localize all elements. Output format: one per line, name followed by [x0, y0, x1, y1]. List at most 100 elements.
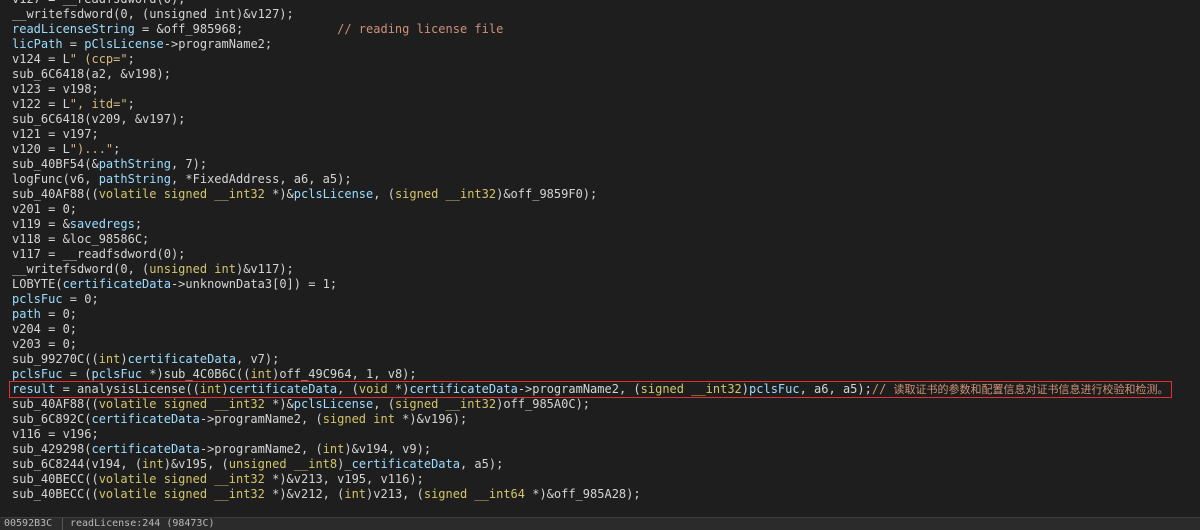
code-token: certificateData — [409, 382, 518, 396]
code-line[interactable]: sub_40AF88((volatile signed __int32 *)&p… — [12, 397, 590, 412]
code-token: pclsFuc — [91, 367, 143, 381]
code-line[interactable]: licPath = pClsLicense->programName2; — [12, 37, 272, 52]
code-token: ; — [127, 97, 135, 111]
code-token: certificateData — [91, 412, 200, 426]
code-token: " (ccp=" — [69, 52, 128, 66]
code-token: sub_40BECC(( — [12, 487, 99, 501]
code-line[interactable]: v119 = &savedregs; — [12, 217, 142, 232]
code-token: sub_40AF88(( — [12, 397, 99, 411]
code-line[interactable]: sub_429298(certificateData->programName2… — [12, 442, 431, 457]
code-token: )off_49C964, 1, v8); — [272, 367, 417, 381]
code-line[interactable]: logFunc(v6, pathString, *FixedAddress, a… — [12, 172, 352, 187]
code-token: )&off_9859F0); — [496, 187, 598, 201]
code-line[interactable]: v127 = __readfsdword(0); — [12, 0, 185, 7]
code-line[interactable]: v123 = v198; — [12, 82, 99, 97]
code-line[interactable]: v116 = v196; — [12, 427, 99, 442]
code-token: )_ — [337, 457, 352, 471]
code-token: v123 = v198; — [12, 82, 99, 96]
code-token: result — [12, 382, 56, 396]
code-token: int — [199, 382, 222, 396]
code-token: ")..." — [69, 142, 114, 156]
code-token: __writefsdword(0, (unsigned int)&v127); — [12, 7, 294, 21]
code-token: ; — [134, 217, 143, 231]
code-token: pClsLicense — [84, 37, 164, 51]
code-token: v203 = 0; — [12, 337, 78, 351]
code-line[interactable]: sub_6C892C(certificateData->programName2… — [12, 412, 467, 427]
code-line[interactable]: __writefsdword(0, (unsigned int)&v117); — [12, 262, 294, 277]
code-line[interactable]: sub_99270C((int)certificateData, v7); — [12, 352, 279, 367]
code-token: v119 = & — [12, 217, 70, 231]
code-token: ->programName2, ( — [199, 442, 323, 456]
code-comment: // reading license file — [337, 22, 504, 36]
code-line[interactable]: v120 = L")..."; — [12, 142, 120, 157]
code-line-highlighted[interactable]: result = analysisLicense((int)certificat… — [9, 381, 1172, 398]
code-token: sub_6C6418(v209, &v197); — [12, 112, 186, 126]
code-token: void — [358, 382, 388, 396]
code-token: sub_429298( — [12, 442, 92, 456]
code-token: v204 = 0; — [12, 322, 78, 336]
pseudocode-view[interactable]: v127 = __readfsdword(0);__writefsdword(0… — [0, 0, 1200, 518]
code-token: *) — [387, 382, 410, 396]
code-token: pclsFuc — [12, 367, 63, 381]
code-token: signed __int32 — [394, 187, 497, 201]
code-token: volatile signed __int32 — [98, 397, 265, 411]
code-token: signed __int32 — [640, 382, 742, 396]
code-line[interactable]: sub_40BF54(&pathString, 7); — [12, 157, 207, 172]
code-token: ; — [127, 52, 135, 66]
code-line[interactable]: v204 = 0; — [12, 322, 77, 337]
code-line[interactable]: LOBYTE(certificateData->unknownData3[0])… — [12, 277, 337, 292]
code-token: unsigned int — [149, 262, 236, 276]
code-line[interactable]: path = 0; — [12, 307, 77, 322]
code-line[interactable]: __writefsdword(0, (unsigned int)&v127); — [12, 7, 294, 22]
code-token: pathString — [98, 172, 171, 186]
code-token: certificateData — [228, 382, 338, 396]
code-token: , *FixedAddress, a6, a5); — [170, 172, 352, 186]
code-line[interactable]: v117 = __readfsdword(0); — [12, 247, 185, 262]
code-line[interactable]: sub_6C6418(v209, &v197); — [12, 112, 185, 127]
code-token: pclsLicense — [293, 187, 374, 201]
code-token: , a5); — [459, 457, 504, 471]
code-token: ->programName2, ( — [199, 412, 323, 426]
code-line[interactable]: sub_40AF88((volatile signed __int32 *)&p… — [12, 187, 597, 202]
code-token: sub_40BF54(& — [12, 157, 99, 171]
code-token: LOBYTE( — [12, 277, 63, 291]
code-token: signed __int64 — [423, 487, 525, 501]
code-line[interactable]: readLicenseString = &off_985968; // read… — [12, 22, 503, 37]
code-line[interactable]: v124 = L" (ccp="; — [12, 52, 135, 67]
code-token: = &off_985968; — [134, 22, 338, 36]
code-line[interactable]: sub_40BECC((volatile signed __int32 *)&v… — [12, 472, 424, 487]
code-line[interactable]: pclsFuc = (pclsFuc *)sub_4C0B6C((int)off… — [12, 367, 417, 382]
code-token: v122 = L — [12, 97, 70, 111]
code-token: *)&v213, v195, v116); — [264, 472, 424, 486]
code-token: certificateData — [127, 352, 236, 366]
code-line[interactable]: v121 = v197; — [12, 127, 99, 142]
status-function: readLicense:244 (98473C) — [70, 518, 215, 529]
status-address: 00592B3C — [4, 518, 53, 529]
code-token: path — [12, 307, 41, 321]
code-token: )v213, ( — [366, 487, 424, 501]
code-token: v124 = L — [12, 52, 70, 66]
code-token: int — [98, 352, 121, 366]
code-line[interactable]: v122 = L", itd="; — [12, 97, 135, 112]
code-token: signed __int32 — [394, 397, 497, 411]
code-line[interactable]: pclsFuc = 0; — [12, 292, 99, 307]
code-token: certificateData — [351, 457, 460, 471]
code-token: ->programName2; — [163, 37, 273, 51]
code-token: )&v117); — [235, 262, 294, 276]
code-token: logFunc(v6, — [12, 172, 99, 186]
code-token: certificateData — [62, 277, 171, 291]
code-token: certificateData — [91, 442, 200, 456]
code-line[interactable]: v201 = 0; — [12, 202, 77, 217]
code-token: = 0; — [62, 292, 99, 306]
code-token: sub_6C8244(v194, ( — [12, 457, 143, 471]
code-line[interactable]: sub_6C6418(a2, &v198); — [12, 67, 171, 82]
code-token: sub_6C6418(a2, &v198); — [12, 67, 171, 81]
code-line[interactable]: v203 = 0; — [12, 337, 77, 352]
code-line[interactable]: sub_6C8244(v194, (int)&v195, (unsigned _… — [12, 457, 503, 472]
code-line[interactable]: v118 = &loc_98586C; — [12, 232, 149, 247]
code-token: sub_99270C(( — [12, 352, 99, 366]
code-token: unsigned __int8 — [228, 457, 338, 471]
code-line[interactable]: sub_40BECC((volatile signed __int32 *)&v… — [12, 487, 641, 502]
code-token: ) — [741, 382, 750, 396]
code-token: = ( — [62, 367, 92, 381]
